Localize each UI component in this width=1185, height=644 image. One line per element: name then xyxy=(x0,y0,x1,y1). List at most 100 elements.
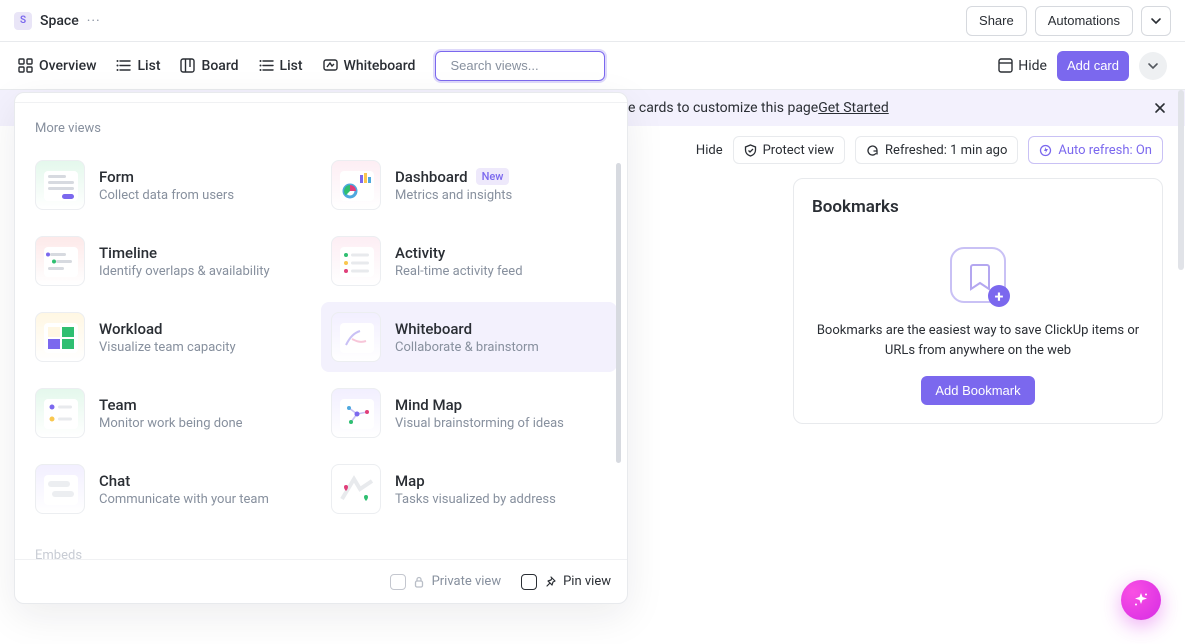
auto-refresh-chip[interactable]: Auto refresh: On xyxy=(1028,136,1163,164)
tab-whiteboard[interactable]: Whiteboard xyxy=(323,58,416,74)
view-option-timeline[interactable]: Timeline Identify overlaps & availabilit… xyxy=(25,226,321,296)
tab-board-label: Board xyxy=(201,58,238,74)
protect-view-chip[interactable]: Protect view xyxy=(733,136,845,164)
ai-fab-button[interactable] xyxy=(1121,580,1161,620)
bookmarks-title: Bookmarks xyxy=(812,197,1144,217)
whiteboard-icon xyxy=(323,58,338,73)
layout-icon xyxy=(998,58,1013,73)
banner-text: e cards to customize this page xyxy=(628,100,818,116)
view-option-form[interactable]: Form Collect data from users xyxy=(25,150,321,220)
share-button[interactable]: Share xyxy=(966,6,1027,36)
pin-view-label: Pin view xyxy=(563,574,611,589)
popover-scrollbar[interactable] xyxy=(616,163,623,513)
view-title: Mind Map xyxy=(395,396,462,414)
dashboard-thumb-icon xyxy=(331,160,381,210)
view-title: Workload xyxy=(99,320,163,338)
pin-icon xyxy=(544,576,556,588)
space-avatar: S xyxy=(14,12,32,30)
view-option-dashboard[interactable]: Dashboard New Metrics and insights xyxy=(321,150,617,220)
add-bookmark-button[interactable]: Add Bookmark xyxy=(921,376,1034,405)
plus-icon: + xyxy=(988,285,1010,307)
refreshed-chip[interactable]: Refreshed: 1 min ago xyxy=(855,136,1018,164)
more-actions-button[interactable] xyxy=(1139,52,1167,80)
view-title: Timeline xyxy=(99,244,157,262)
chat-thumb-icon xyxy=(35,464,85,514)
view-desc: Collect data from users xyxy=(99,188,234,203)
more-views-heading: More views xyxy=(15,103,627,150)
team-thumb-icon xyxy=(35,388,85,438)
tab-board[interactable]: Board xyxy=(180,58,238,74)
page-scrollbar[interactable] xyxy=(1177,90,1185,590)
close-icon[interactable] xyxy=(1153,101,1167,115)
tab-list-1-label: List xyxy=(137,58,160,74)
list-icon xyxy=(116,58,131,73)
whiteboard-thumb-icon xyxy=(331,312,381,362)
view-desc: Visual brainstorming of ideas xyxy=(395,416,564,431)
private-view-label: Private view xyxy=(432,574,502,589)
auto-refresh-label: Auto refresh: On xyxy=(1058,143,1152,158)
chevron-down-icon[interactable] xyxy=(1141,6,1171,36)
view-desc: Monitor work being done xyxy=(99,416,243,431)
search-views-field[interactable] xyxy=(435,51,605,81)
pin-view-toggle[interactable]: Pin view xyxy=(521,574,611,590)
view-title: Form xyxy=(99,168,134,186)
mindmap-thumb-icon xyxy=(331,388,381,438)
view-option-chat[interactable]: Chat Communicate with your team xyxy=(25,454,321,524)
tab-whiteboard-label: Whiteboard xyxy=(344,58,416,74)
view-title: Map xyxy=(395,472,425,490)
sparkle-icon xyxy=(1132,591,1150,609)
protect-view-label: Protect view xyxy=(763,143,834,158)
activity-thumb-icon xyxy=(331,236,381,286)
refresh-icon xyxy=(866,144,879,157)
view-desc: Tasks visualized by address xyxy=(395,492,556,507)
hide-label: Hide xyxy=(1018,58,1047,74)
banner-get-started-link[interactable]: Get Started xyxy=(818,100,889,116)
chevron-down-icon xyxy=(1147,60,1159,72)
bookmarks-empty-illustration: + xyxy=(812,247,1144,303)
view-option-workload[interactable]: Workload Visualize team capacity xyxy=(25,302,321,372)
map-thumb-icon xyxy=(331,464,381,514)
timeline-thumb-icon xyxy=(35,236,85,286)
view-desc: Real-time activity feed xyxy=(395,264,523,279)
search-views-input[interactable] xyxy=(450,58,626,73)
tab-overview[interactable]: Overview xyxy=(18,58,96,74)
embeds-heading: Embeds xyxy=(15,524,627,559)
automations-button[interactable]: Automations xyxy=(1035,6,1133,36)
tab-list-2-label: List xyxy=(280,58,303,74)
shield-icon xyxy=(744,144,757,157)
space-more-icon[interactable]: ··· xyxy=(87,13,101,29)
view-title: Chat xyxy=(99,472,130,490)
tab-list-2[interactable]: List xyxy=(259,58,303,74)
refreshed-label: Refreshed: 1 min ago xyxy=(885,143,1007,158)
bookmarks-card: Bookmarks + Bookmarks are the easiest wa… xyxy=(793,178,1163,424)
form-thumb-icon xyxy=(35,160,85,210)
view-option-team[interactable]: Team Monitor work being done xyxy=(25,378,321,448)
private-view-toggle[interactable]: Private view xyxy=(390,574,502,590)
lock-icon xyxy=(413,576,425,588)
workload-thumb-icon xyxy=(35,312,85,362)
view-title: Dashboard xyxy=(395,168,468,186)
view-option-mindmap[interactable]: Mind Map Visual brainstorming of ideas xyxy=(321,378,617,448)
view-option-activity[interactable]: Activity Real-time activity feed xyxy=(321,226,617,296)
view-desc: Metrics and insights xyxy=(395,188,512,203)
view-desc: Collaborate & brainstorm xyxy=(395,340,539,355)
view-title: Activity xyxy=(395,244,445,262)
new-badge: New xyxy=(476,168,510,185)
hide-toggle[interactable]: Hide xyxy=(998,58,1047,74)
view-option-map[interactable]: Map Tasks visualized by address xyxy=(321,454,617,524)
grid-icon xyxy=(18,58,33,73)
bookmarks-description: Bookmarks are the easiest way to save Cl… xyxy=(812,321,1144,360)
hide-link[interactable]: Hide xyxy=(696,143,723,158)
tab-overview-label: Overview xyxy=(39,58,96,74)
board-icon xyxy=(180,58,195,73)
checkbox-icon xyxy=(521,574,537,590)
tab-list-1[interactable]: List xyxy=(116,58,160,74)
view-option-whiteboard[interactable]: Whiteboard Collaborate & brainstorm xyxy=(321,302,617,372)
list-icon xyxy=(259,58,274,73)
space-name[interactable]: Space xyxy=(40,13,79,29)
view-desc: Communicate with your team xyxy=(99,492,269,507)
view-title: Whiteboard xyxy=(395,320,472,338)
checkbox-icon xyxy=(390,574,406,590)
view-title: Team xyxy=(99,396,137,414)
add-card-button[interactable]: Add card xyxy=(1057,51,1129,81)
